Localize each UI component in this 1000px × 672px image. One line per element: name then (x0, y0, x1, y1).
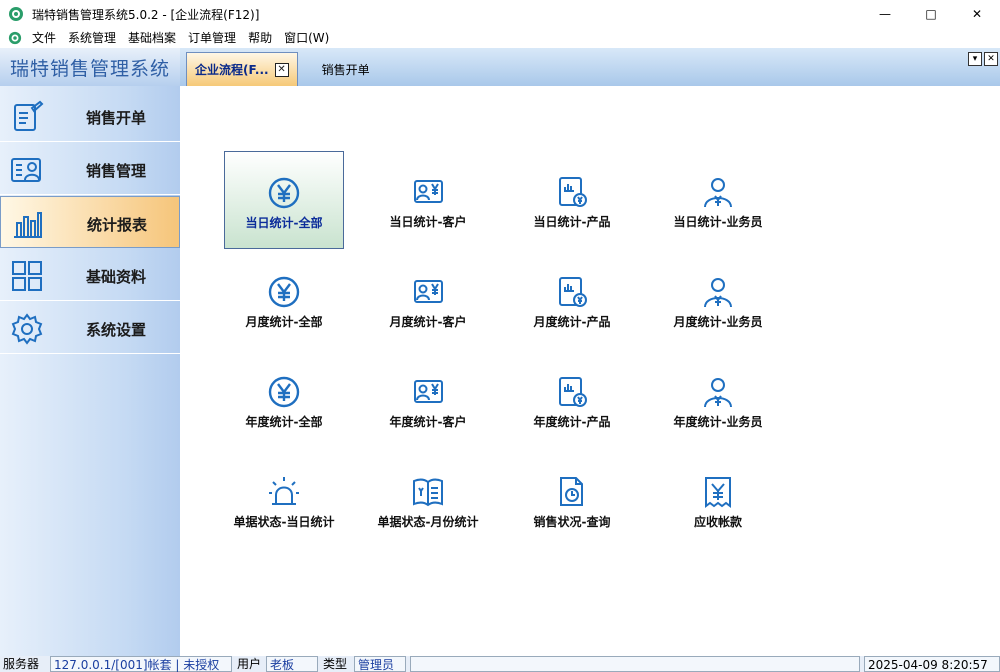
tab-close-all-icon[interactable]: ✕ (984, 52, 998, 66)
tile-label: 当日统计-客户 (389, 215, 467, 229)
tile-label: 年度统计-业务员 (673, 415, 763, 429)
tile-month-salesperson[interactable]: 月度统计-业务员 (658, 251, 778, 349)
tile-label: 月度统计-业务员 (673, 315, 763, 329)
menu-order[interactable]: 订单管理 (182, 28, 242, 48)
sidebar-item-sales-order[interactable]: 销售开单 (0, 90, 180, 142)
sidebar: 销售开单 销售管理 统计报表 基础资料 系统设置 (0, 86, 180, 656)
tile-label: 销售状况-查询 (533, 515, 611, 529)
tile-label: 单据状态-当日统计 (233, 515, 335, 529)
workflow-panel: 当日统计-全部 当日统计-客户 当日统计-产品 当日统计-业务员 月度统计-全部… (180, 86, 1000, 656)
receipt-yen-icon (705, 477, 731, 508)
sidebar-item-label: 销售管理 (86, 162, 147, 180)
yen-circle-icon (268, 177, 300, 209)
sidebar-item-label: 基础资料 (86, 268, 147, 286)
maximize-button[interactable]: □ (908, 0, 954, 28)
tile-label: 应收帐款 (693, 515, 742, 529)
status-server-value: 127.0.0.1/[001]帐套 | 未授权 (50, 656, 232, 672)
menu-help[interactable]: 帮助 (242, 28, 278, 48)
tab-strip: 企业流程(F... ✕ 销售开单 (186, 52, 378, 86)
salesperson-icon (704, 278, 732, 308)
tile-month-all[interactable]: 月度统计-全部 (224, 251, 344, 349)
app-menu-icon[interactable] (8, 31, 22, 45)
app-logo-icon (9, 7, 23, 21)
sidebar-item-sales-mgmt[interactable]: 销售管理 (0, 143, 180, 195)
tab-workflow[interactable]: 企业流程(F... ✕ (186, 52, 298, 86)
tile-label: 年度统计-产品 (533, 415, 611, 429)
tile-label: 月度统计-全部 (245, 315, 323, 329)
status-type-value: 管理员 (354, 656, 406, 672)
tile-month-product[interactable]: 月度统计-产品 (512, 251, 632, 349)
sidebar-item-label: 统计报表 (87, 216, 148, 234)
salesperson-icon (704, 178, 732, 208)
status-datetime: 2025-04-09 8:20:57 (864, 656, 1000, 672)
tile-year-customer[interactable]: 年度统计-客户 (368, 351, 488, 449)
menu-window[interactable]: 窗口(W) (278, 28, 335, 48)
tile-label: 年度统计-客户 (389, 415, 467, 429)
tab-strip-buttons: ▾ ✕ (968, 52, 998, 66)
close-button[interactable]: ✕ (954, 0, 1000, 28)
menu-file[interactable]: 文件 (26, 28, 62, 48)
title-bar: 瑞特销售管理系统5.0.2 - [企业流程(F12)] — □ ✕ (0, 0, 1000, 28)
sidebar-item-basic-data[interactable]: 基础资料 (0, 249, 180, 301)
grid-icon (12, 261, 42, 291)
status-bar: 服务器 127.0.0.1/[001]帐套 | 未授权 用户 老板 类型 管理员… (0, 656, 1000, 672)
sidebar-item-settings[interactable]: 系统设置 (0, 302, 180, 354)
tile-label: 单据状态-月份统计 (377, 515, 479, 529)
status-spacer (410, 656, 860, 672)
application-window: 瑞特销售管理系统5.0.2 - [企业流程(F12)] — □ ✕ 文件 系统管… (0, 0, 1000, 672)
status-user-label: 用户 (237, 657, 262, 671)
tile-month-customer[interactable]: 月度统计-客户 (368, 251, 488, 349)
tile-receivables[interactable]: 应收帐款 (658, 451, 778, 549)
document-clock-icon (560, 477, 583, 506)
tile-label: 当日统计-产品 (533, 215, 611, 229)
sidebar-item-label: 销售开单 (86, 109, 147, 127)
tile-label: 月度统计-客户 (389, 315, 467, 329)
tab-sales-order[interactable]: 销售开单 (314, 52, 378, 86)
tile-label: 年度统计-全部 (245, 415, 323, 429)
tile-label: 当日统计-全部 (245, 216, 323, 230)
status-user-value: 老板 (266, 656, 318, 672)
tile-day-customer[interactable]: 当日统计-客户 (368, 151, 488, 249)
ledger-book-icon (413, 478, 443, 507)
bar-chart-icon (14, 212, 42, 238)
tile-label: 月度统计-产品 (533, 315, 611, 329)
menu-system[interactable]: 系统管理 (62, 28, 122, 48)
gear-icon (11, 313, 43, 345)
tile-year-all[interactable]: 年度统计-全部 (224, 351, 344, 449)
customer-yen-icon (414, 180, 443, 203)
customer-yen-icon (414, 280, 443, 303)
edit-document-icon (14, 100, 44, 131)
customer-yen-icon (414, 380, 443, 403)
sidebar-item-label: 系统设置 (86, 321, 147, 339)
alarm-light-icon (269, 477, 299, 505)
product-report-icon (559, 177, 587, 207)
status-type-label: 类型 (323, 657, 348, 671)
tab-sales-order-label: 销售开单 (321, 62, 370, 77)
tile-day-product[interactable]: 当日统计-产品 (512, 151, 632, 249)
product-report-icon (559, 377, 587, 407)
sidebar-item-reports[interactable]: 统计报表 (0, 196, 180, 248)
tile-day-salesperson[interactable]: 当日统计-业务员 (658, 151, 778, 249)
tile-day-all[interactable]: 当日统计-全部 (224, 151, 344, 249)
yen-circle-icon (268, 276, 300, 308)
status-server-label: 服务器 (3, 657, 40, 671)
tab-close-icon[interactable]: ✕ (274, 62, 289, 77)
app-logo-text: 瑞特销售管理系统 (0, 48, 180, 86)
tile-year-product[interactable]: 年度统计-产品 (512, 351, 632, 449)
tile-sales-query[interactable]: 销售状况-查询 (512, 451, 632, 549)
product-report-icon (559, 277, 587, 307)
minimize-button[interactable]: — (862, 0, 908, 28)
menu-archive[interactable]: 基础档案 (122, 28, 182, 48)
user-card-icon (11, 158, 41, 182)
tile-doc-status-month[interactable]: 单据状态-月份统计 (368, 451, 488, 549)
salesperson-icon (704, 378, 732, 408)
yen-circle-icon (268, 376, 300, 408)
tile-year-salesperson[interactable]: 年度统计-业务员 (658, 351, 778, 449)
window-title: 瑞特销售管理系统5.0.2 - [企业流程(F12)] (32, 7, 260, 22)
tab-workflow-label: 企业流程(F... (195, 63, 269, 77)
tab-list-dropdown-icon[interactable]: ▾ (968, 52, 982, 66)
menu-bar: 文件 系统管理 基础档案 订单管理 帮助 窗口(W) _ ▫ ✕ (0, 28, 1000, 73)
tile-doc-status-day[interactable]: 单据状态-当日统计 (224, 451, 344, 549)
tile-label: 当日统计-业务员 (673, 215, 763, 229)
